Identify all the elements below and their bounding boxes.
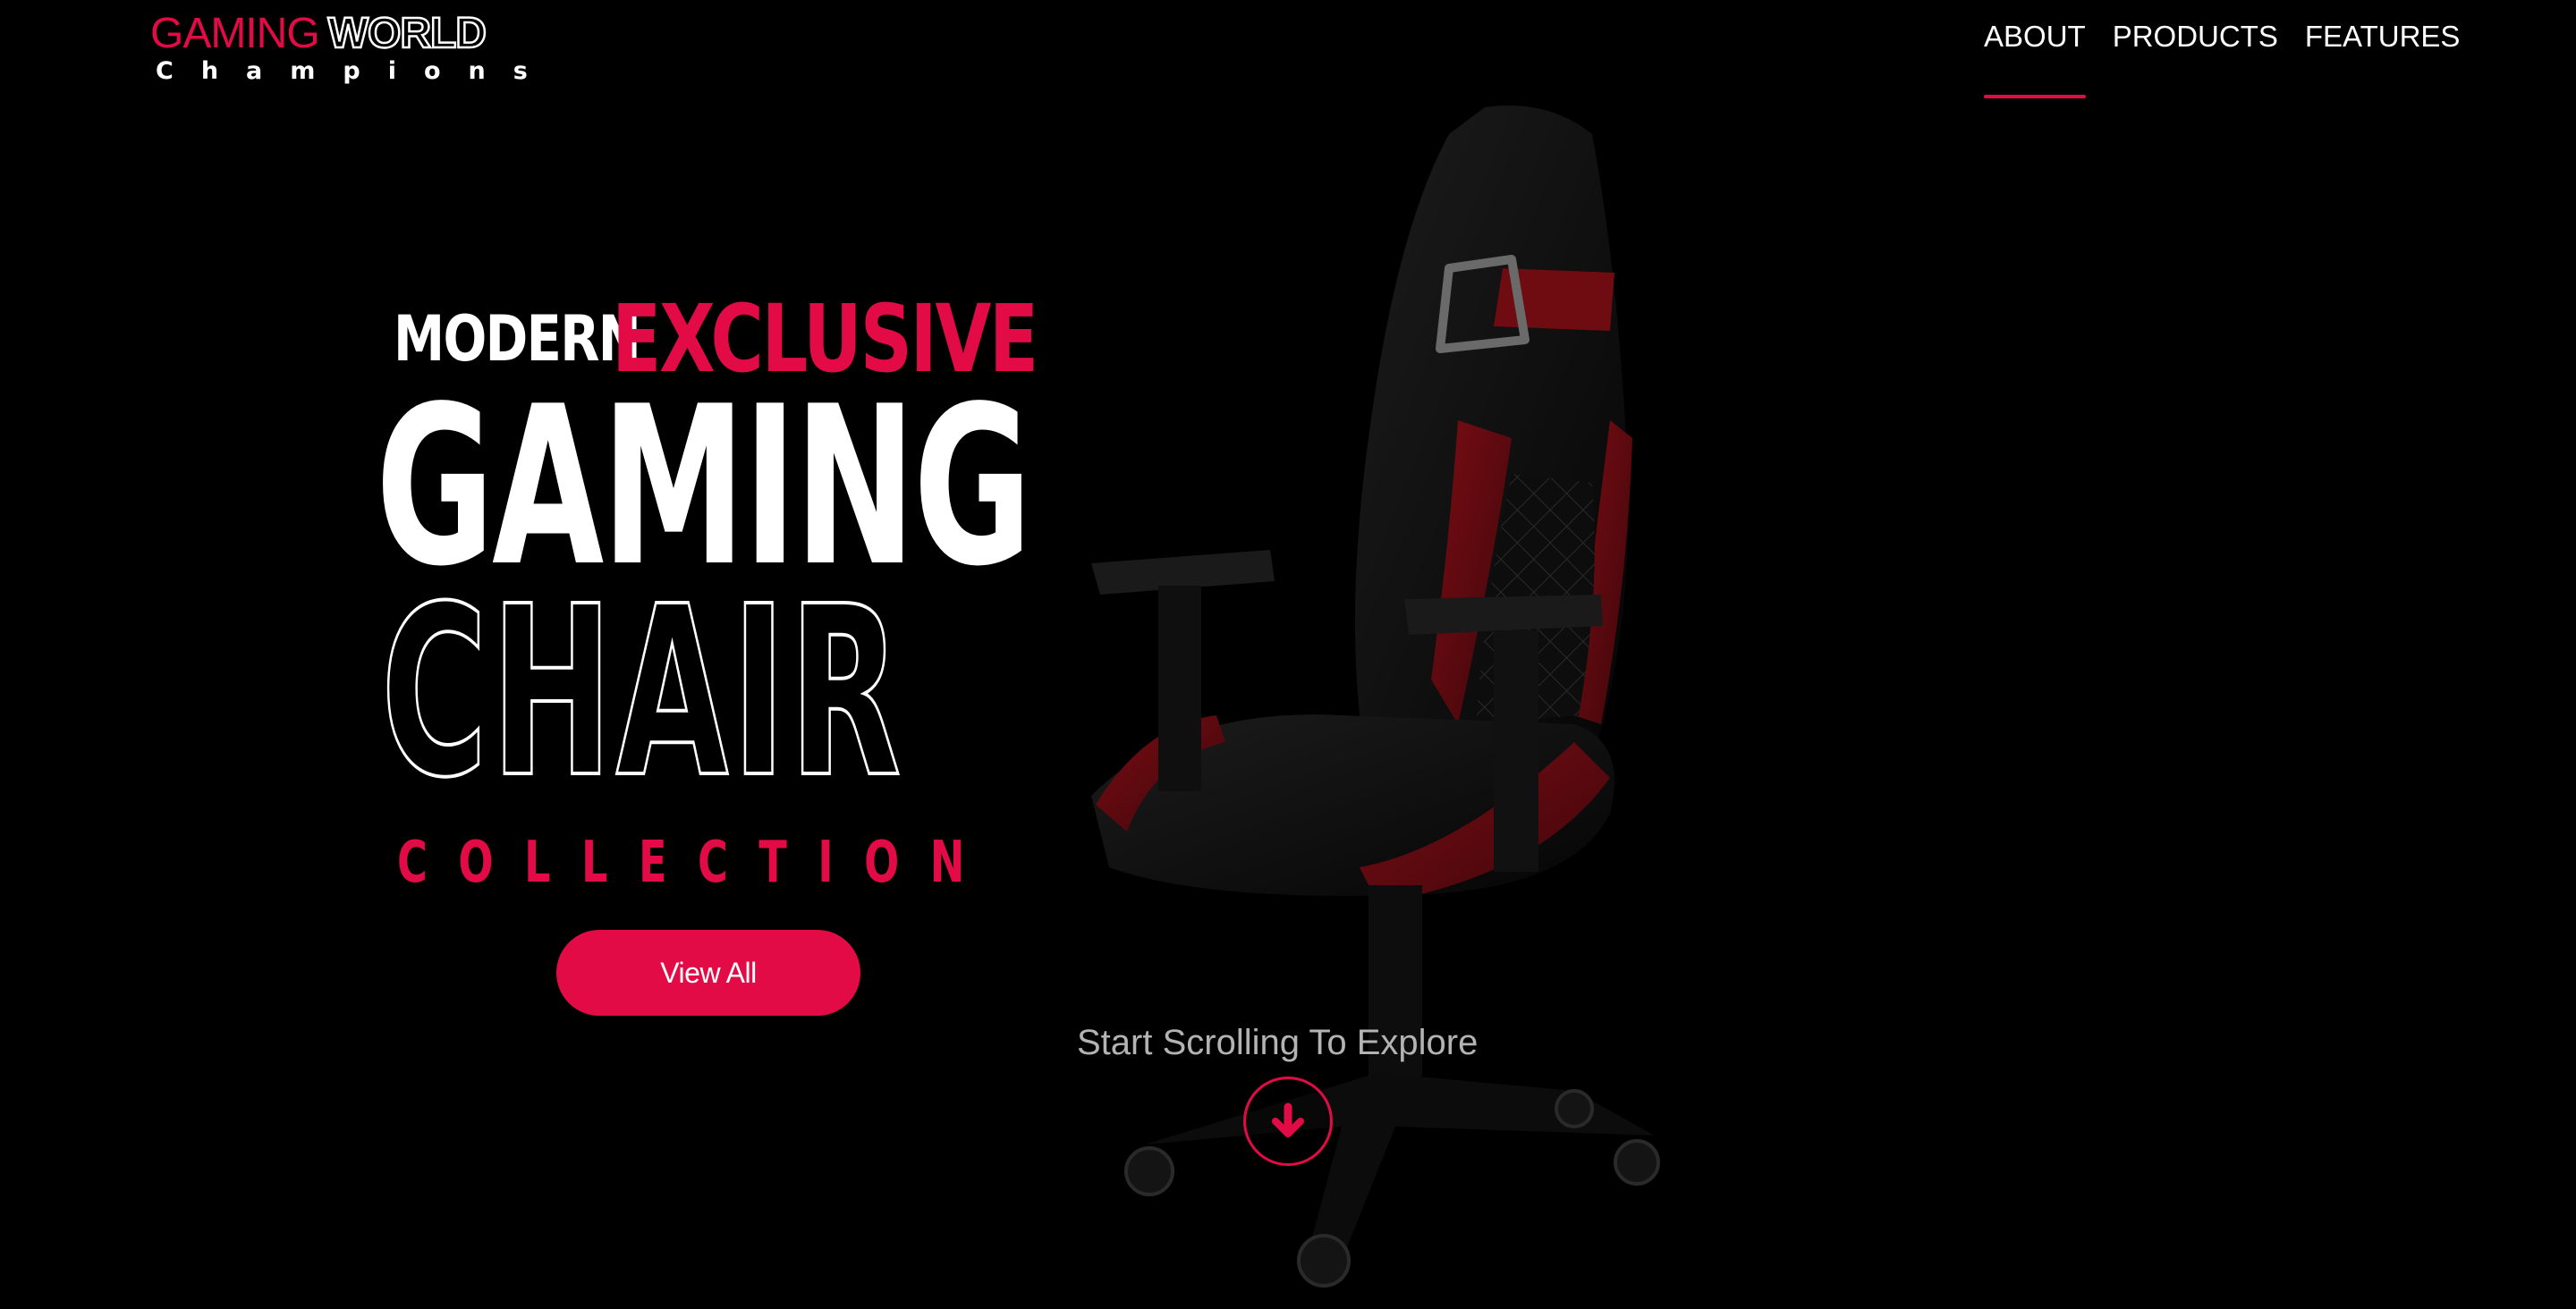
hero-word-collection: COLLECTION [397, 830, 996, 896]
main-nav: ABOUT PRODUCTS FEATURES [1984, 20, 2487, 98]
hero-word-chair: CHAIR [380, 556, 904, 829]
brand-name: GAMING WORLD [150, 9, 555, 59]
arrow-down-icon [1272, 1102, 1304, 1137]
brand-logo[interactable]: GAMING WORLD Champions [150, 9, 555, 85]
nav-item-about[interactable]: ABOUT [1984, 20, 2086, 98]
nav-item-products[interactable]: PRODUCTS [2113, 20, 2278, 54]
brand-name-primary: GAMING [150, 10, 320, 57]
brand-name-secondary: WORLD [326, 9, 487, 59]
gaming-chair-image [1091, 106, 1660, 1288]
brand-tagline: Champions [156, 57, 555, 85]
nav-item-features[interactable]: FEATURES [2305, 20, 2461, 54]
view-all-button[interactable]: View All [556, 930, 860, 1016]
scroll-hint-text: Start Scrolling To Explore [1077, 1023, 1479, 1062]
scroll-down-button[interactable] [1243, 1077, 1333, 1166]
